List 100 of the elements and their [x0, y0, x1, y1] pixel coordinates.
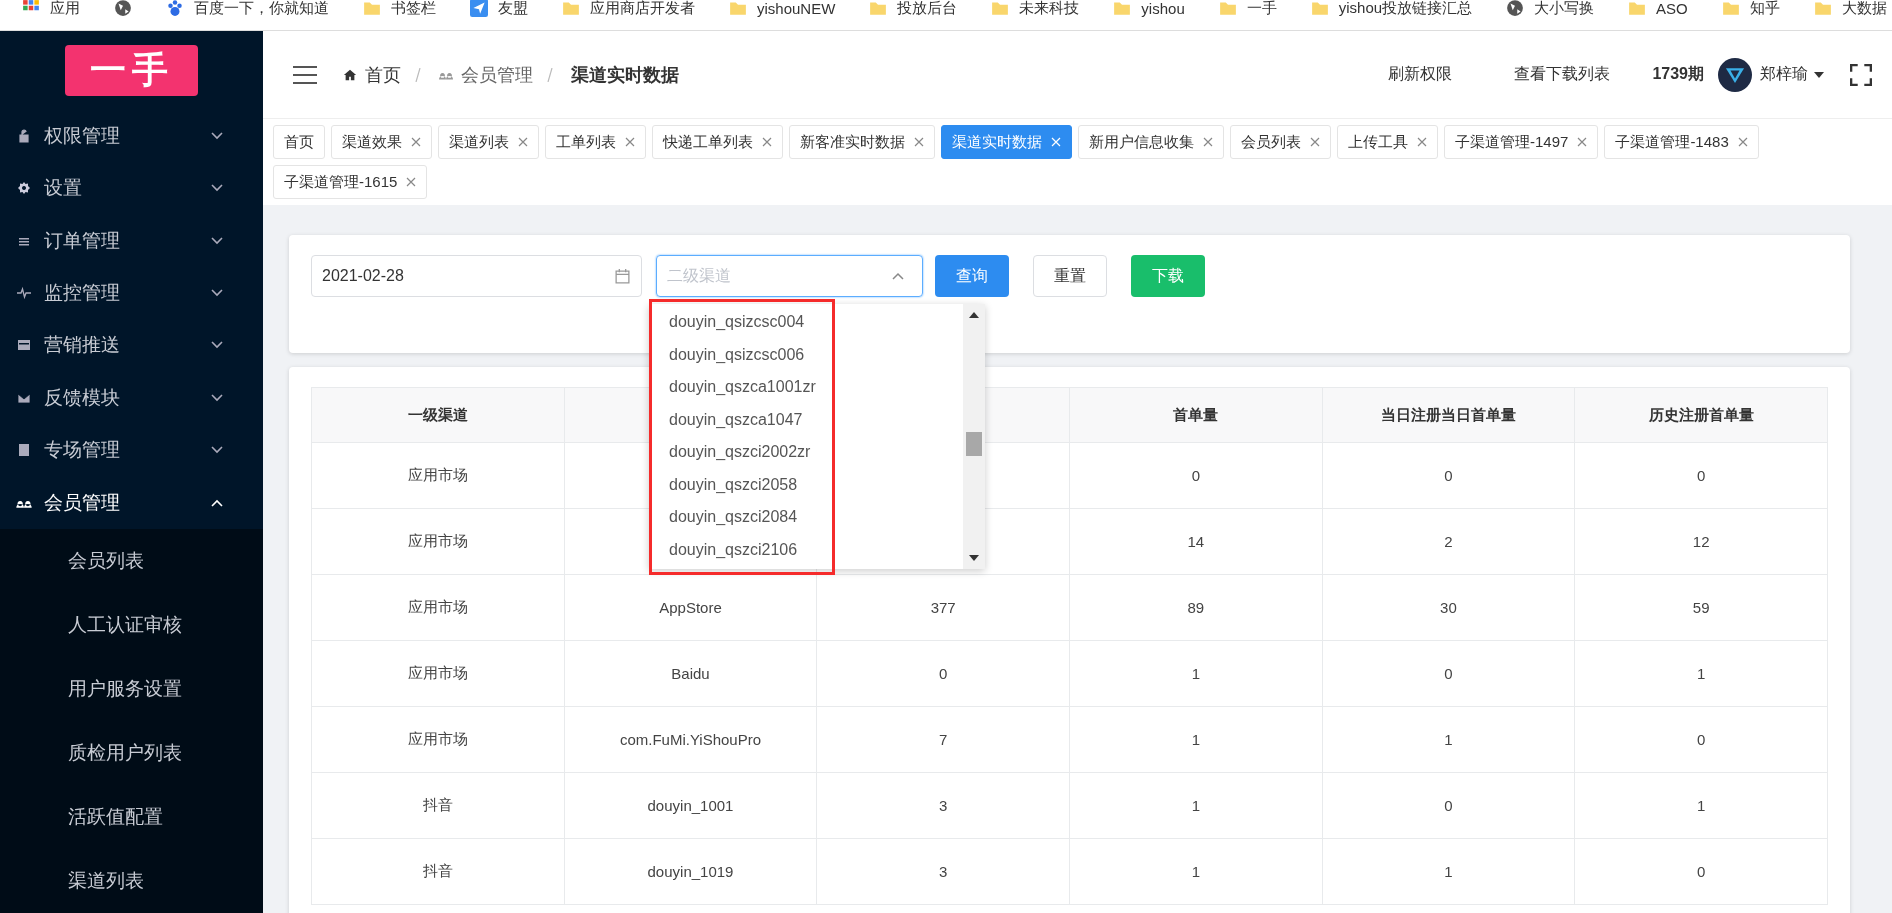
scrollbar-thumb[interactable]	[966, 432, 982, 456]
header-link[interactable]: 刷新权限	[1388, 64, 1453, 85]
logo: 一手	[65, 45, 198, 96]
table-cell: 1	[1191, 863, 1200, 880]
close-icon[interactable]	[1577, 137, 1588, 147]
fullscreen-icon[interactable]	[1850, 63, 1872, 86]
sidebar-item[interactable]: 专场管理	[0, 424, 263, 477]
folder-icon	[729, 0, 747, 17]
tab[interactable]: 新客准实时数据	[789, 125, 935, 159]
submenu-item[interactable]: 渠道列表	[0, 849, 263, 913]
folder-icon	[1310, 0, 1329, 17]
tab[interactable]: 新用户信息收集	[1078, 125, 1224, 159]
sidebar-item[interactable]: 监控管理	[0, 266, 263, 320]
folder-icon	[1813, 0, 1832, 17]
bookmark-link[interactable]: 应用	[50, 0, 80, 18]
sidebar-item[interactable]: 订单管理	[0, 214, 263, 267]
home-icon	[343, 67, 357, 82]
chevron-icon	[211, 341, 223, 350]
table-cell: 59	[1692, 599, 1710, 616]
chevron-icon	[892, 272, 904, 280]
close-icon[interactable]	[1310, 137, 1320, 147]
table-cell: douyin_1001	[647, 797, 734, 814]
column-header: 当日注册当日首单量	[1380, 405, 1516, 423]
bookmark-link[interactable]: yishouNEW	[757, 0, 836, 17]
bookmark-link[interactable]: 知乎	[1749, 0, 1780, 18]
sidebar-item[interactable]: 权限管理	[0, 109, 263, 162]
date-field[interactable]: 2021-02-28	[311, 255, 642, 297]
bookmark-link[interactable]: ASO	[1656, 0, 1688, 17]
bookmark-link[interactable]: 大数据	[1841, 0, 1887, 18]
close-icon[interactable]	[411, 137, 421, 147]
dropdown-option[interactable]: douyin_qsizcsc004	[649, 306, 963, 339]
tab[interactable]: 渠道效果	[331, 125, 432, 159]
breadcrumb-link[interactable]: 首页	[365, 62, 401, 87]
sidebar-item[interactable]: 反馈模块	[0, 371, 263, 425]
bookmark-link[interactable]: 书签栏	[391, 0, 436, 18]
tab[interactable]: 子渠道管理-1497	[1444, 125, 1599, 159]
sidebar-item[interactable]: 营销推送	[0, 319, 263, 372]
chevron-icon	[211, 131, 223, 140]
bookmark-link[interactable]: 大小写换	[1534, 0, 1595, 18]
period-label: 1739期	[1652, 64, 1704, 84]
scroll-down-icon[interactable]	[969, 555, 979, 561]
table-cell: AppStore	[659, 599, 722, 616]
tab[interactable]: 工单列表	[545, 125, 646, 159]
close-icon[interactable]	[1737, 137, 1748, 147]
dropdown-option[interactable]: douyin_qszci2106	[649, 533, 963, 566]
chevron-icon	[211, 289, 223, 298]
user-menu[interactable]: 郑梓瑜	[1760, 64, 1808, 85]
dropdown-option[interactable]: douyin_qszci2058	[649, 468, 963, 501]
dropdown-option[interactable]: douyin_qszca1047	[649, 403, 963, 436]
table-cell: 1	[1191, 731, 1200, 748]
header-link[interactable]: 查看下载列表	[1514, 64, 1611, 85]
breadcrumb-link[interactable]: 会员管理	[461, 62, 533, 87]
folder-icon	[1218, 0, 1237, 17]
table-cell: 1	[1444, 863, 1453, 880]
dropdown-option[interactable]: douyin_qszci2084	[649, 501, 963, 534]
tab[interactable]: 渠道列表	[438, 125, 539, 159]
sidebar-item[interactable]: 设置	[0, 161, 263, 215]
submenu-item[interactable]: 用户服务设置	[0, 657, 263, 721]
close-icon[interactable]	[406, 177, 417, 187]
dropdown-option[interactable]: douyin_qsizcsc006	[649, 338, 963, 371]
bookmark-link[interactable]: yishou	[1141, 0, 1185, 17]
close-icon[interactable]	[518, 137, 528, 147]
table-cell: 应用市场	[407, 598, 468, 615]
tab[interactable]: 快递工单列表	[652, 125, 783, 159]
submenu-item[interactable]: 人工认证审核	[0, 593, 263, 657]
tab[interactable]: 首页	[273, 125, 325, 159]
tab[interactable]: 会员列表	[1230, 125, 1331, 159]
bookmark-link[interactable]: 友盟	[498, 0, 528, 18]
menu-icon[interactable]	[293, 65, 317, 84]
bookmark-link[interactable]: 未来科技	[1019, 0, 1080, 18]
scroll-up-icon[interactable]	[969, 312, 979, 318]
table-cell: 0	[1696, 467, 1706, 484]
scrollbar[interactable]	[963, 304, 985, 569]
close-icon[interactable]	[762, 137, 772, 147]
table-cell: 抖音	[422, 862, 453, 879]
action-button[interactable]: 重置	[1033, 255, 1107, 297]
dropdown-option[interactable]: douyin_qszci2002zr	[649, 436, 963, 469]
bookmark-link[interactable]: 应用商店开发者	[590, 0, 695, 18]
bookmark-link[interactable]: 投放后台	[897, 0, 958, 18]
chevron-icon	[211, 184, 223, 193]
close-icon[interactable]	[625, 137, 635, 147]
sidebar-item[interactable]: 会员管理	[0, 476, 263, 529]
tab[interactable]: 上传工具	[1337, 125, 1438, 159]
folder-icon	[869, 0, 888, 17]
table-cell: 1	[1696, 797, 1706, 814]
table-cell: 14	[1187, 533, 1205, 550]
table-cell: 1	[1191, 665, 1200, 682]
avatar-icon[interactable]	[1718, 57, 1752, 92]
dropdown-option[interactable]: douyin_qszca1001zr	[649, 371, 963, 404]
tab[interactable]: 子渠道管理-1615	[273, 165, 428, 199]
tab[interactable]: 子渠道管理-1483	[1604, 125, 1759, 159]
bookmark-link[interactable]: 一手	[1246, 0, 1277, 18]
close-icon[interactable]	[1203, 137, 1213, 147]
submenu-item[interactable]: 活跃值配置	[0, 785, 263, 849]
bookmark-link[interactable]: yishou投放链接汇总	[1338, 0, 1473, 18]
submenu-item[interactable]: 质检用户列表	[0, 721, 263, 785]
close-icon[interactable]	[1417, 137, 1427, 147]
bookmark-link[interactable]: 百度一下，你就知道	[194, 0, 329, 18]
submenu-item[interactable]: 会员列表	[0, 529, 263, 593]
close-icon[interactable]	[914, 137, 924, 147]
